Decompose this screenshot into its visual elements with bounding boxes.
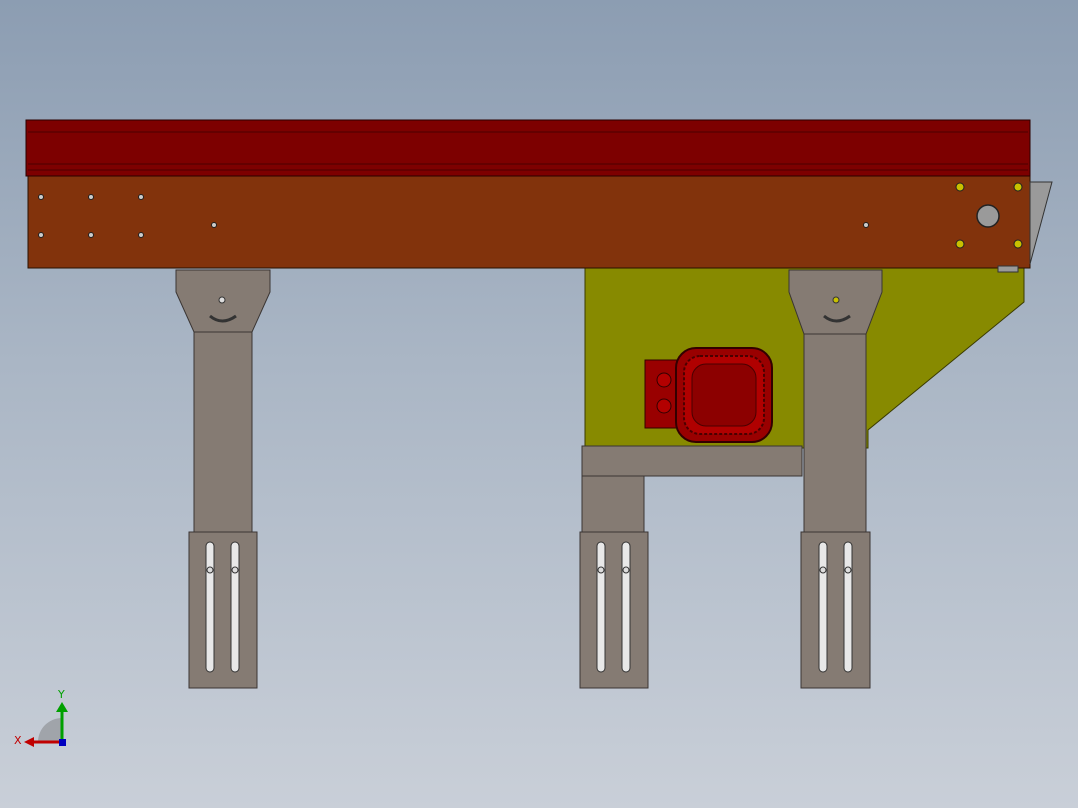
adjustable-foot-center[interactable] (579, 531, 649, 689)
adjustable-foot-right[interactable] (800, 531, 871, 689)
z-axis-icon (59, 739, 66, 746)
x-axis-label: X (14, 734, 22, 747)
side-frame[interactable] (27, 175, 1053, 273)
cad-viewport[interactable]: Y X (0, 0, 1078, 808)
adjustable-foot-left[interactable] (188, 531, 258, 689)
gear-motor[interactable] (644, 347, 773, 443)
y-axis-label: Y (57, 688, 65, 701)
cross-beam[interactable] (581, 445, 803, 533)
conveyor-model: Y X (14, 119, 1053, 747)
axis-triad[interactable]: Y X (14, 688, 68, 747)
triad-quadrant-icon (38, 718, 62, 742)
support-leg-left[interactable] (175, 269, 271, 533)
conveyor-belt[interactable] (25, 119, 1031, 177)
